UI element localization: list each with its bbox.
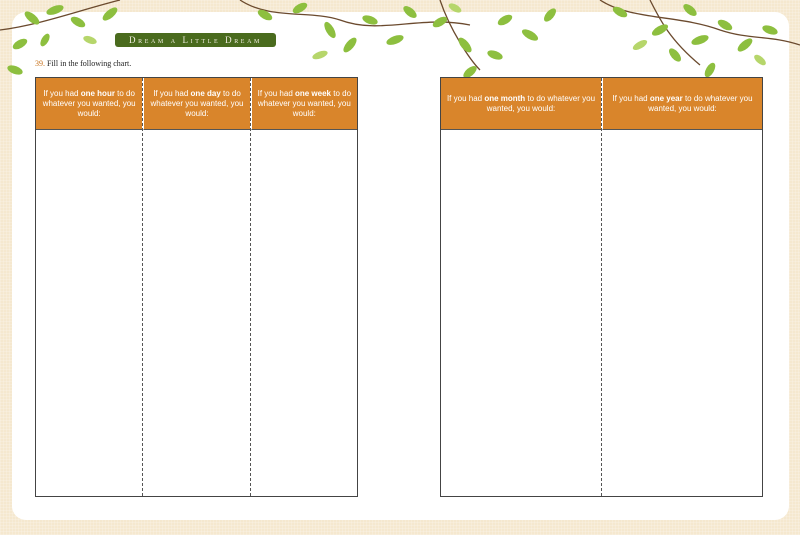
right-chart: If you had one month to do whatever you … bbox=[440, 77, 763, 497]
column-header: If you had one day to do whatever you wa… bbox=[143, 78, 250, 130]
column-one-month[interactable]: If you had one month to do whatever you … bbox=[441, 78, 601, 496]
column-header: If you had one month to do whatever you … bbox=[441, 78, 601, 130]
question-number: 39. bbox=[35, 59, 45, 68]
instruction-label: Fill in the following chart. bbox=[47, 59, 132, 68]
column-one-year[interactable]: If you had one year to do whatever you w… bbox=[601, 78, 762, 496]
left-chart: If you had one hour to do whatever you w… bbox=[35, 77, 358, 497]
column-one-hour[interactable]: If you had one hour to do whatever you w… bbox=[36, 78, 143, 496]
column-header: If you had one year to do whatever you w… bbox=[602, 78, 762, 130]
column-header: If you had one hour to do whatever you w… bbox=[36, 78, 143, 130]
instruction-text: 39. Fill in the following chart. bbox=[35, 59, 131, 68]
chapter-banner: Dream a Little Dream bbox=[115, 33, 276, 47]
column-one-day[interactable]: If you had one day to do whatever you wa… bbox=[142, 78, 250, 496]
column-one-week[interactable]: If you had one week to do whatever you w… bbox=[249, 78, 357, 496]
column-header: If you had one week to do whatever you w… bbox=[250, 78, 357, 130]
